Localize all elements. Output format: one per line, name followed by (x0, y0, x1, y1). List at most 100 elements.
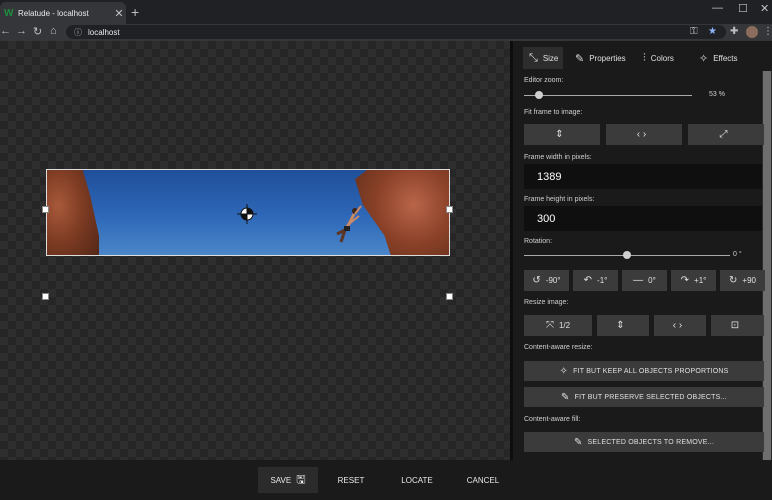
minimize-icon[interactable]: — (712, 2, 723, 14)
settings-panel: ⤡ Size ✎ Properties ⫶ Colors ✧ Effects E… (510, 41, 772, 460)
rotation-slider-thumb[interactable] (623, 251, 631, 259)
home-icon[interactable]: ⌂ (50, 25, 57, 37)
content-aware-resize-label: Content-aware resize: (524, 344, 593, 351)
fit-both-button[interactable]: ⤢ (688, 124, 764, 145)
resize-half-button[interactable]: ⤧ 1/2 (524, 315, 592, 336)
fit-height-button[interactable]: ⇕ (524, 124, 600, 145)
fit-keep-proportions-button[interactable]: ✧ FIT BUT KEEP ALL OBJECTS PROPORTIONS (524, 361, 764, 381)
rotate-plus-90-button[interactable]: ↻ +90 (720, 270, 765, 291)
resize-fit-button[interactable]: ⊡ (711, 315, 764, 336)
dash-icon: — (633, 275, 644, 286)
rotate-minus-90-button[interactable]: ↺ -90° (524, 270, 569, 291)
window-close-icon[interactable]: ✕ (760, 2, 769, 15)
tab-colors[interactable]: ⫶ Colors (637, 47, 689, 69)
bottom-toolbar: SAVE 🖫 RESET LOCATE CANCEL (0, 460, 772, 500)
tab-title: Relatude - localhost (18, 8, 89, 18)
new-tab-icon[interactable]: + (131, 4, 139, 20)
floppy-disk-icon: 🖫 (296, 473, 306, 486)
tab-size-label: Size (542, 53, 559, 63)
tab-properties[interactable]: ✎ Properties (569, 47, 633, 69)
resize-height-button[interactable]: ⇕ (597, 315, 649, 336)
extensions-icon[interactable]: ✚ (730, 26, 738, 37)
rotate-left-icon: ↺ (532, 275, 541, 286)
resize-width-button[interactable]: ‹ › (654, 315, 706, 336)
rotate-zero-label: 0° (648, 276, 656, 285)
editor-zoom-value: 53 % (709, 91, 725, 98)
remove-selected-objects-button[interactable]: ✎ SELECTED OBJECTS TO REMOVE... (524, 432, 764, 452)
resize-handle-top-right[interactable] (446, 206, 453, 213)
rotation-label: Rotation: (524, 238, 553, 245)
content-aware-fill-label: Content-aware fill: (524, 416, 581, 423)
resize-half-label: 1/2 (558, 321, 571, 330)
fit-preserve-selected-button[interactable]: ✎ FIT BUT PRESERVE SELECTED OBJECTS... (524, 387, 764, 407)
rotate-minus-90-label: -90° (545, 276, 561, 285)
profile-avatar[interactable] (746, 26, 758, 38)
tab-effects-label: Effects (713, 53, 738, 63)
resize-handle-bottom-right[interactable] (446, 293, 453, 300)
redo-arrow-icon: ↷ (680, 275, 690, 286)
fit-keep-proportions-label: FIT BUT KEEP ALL OBJECTS PROPORTIONS (573, 367, 729, 375)
vertical-arrows-icon: ⇕ (616, 320, 625, 331)
reload-icon[interactable]: ↻ (33, 25, 42, 38)
magic-wand-icon: ✧ (699, 52, 709, 65)
tab-effects[interactable]: ✧ Effects (693, 47, 749, 69)
sliders-icon: ⫶ (643, 51, 646, 64)
rock-right-image (355, 170, 449, 255)
fit-width-button[interactable]: ‹ › (606, 124, 682, 145)
browser-tab-strip: W Relatude - localhost ✕ + — ☐ ✕ (0, 0, 772, 24)
maximize-icon[interactable]: ☐ (738, 2, 748, 15)
pencil-icon: ✎ (573, 436, 583, 448)
tab-close-icon[interactable]: ✕ (112, 7, 126, 20)
more-icon[interactable]: ⋮ (763, 26, 772, 37)
address-input[interactable]: ⓘ localhost (66, 25, 726, 39)
site-info-icon[interactable]: ⓘ (74, 27, 82, 38)
tab-properties-label: Properties (589, 53, 626, 63)
frame-width-input[interactable]: 1389 (524, 164, 762, 189)
focal-point-crosshair-icon[interactable] (237, 204, 257, 224)
shrink-icon: ⤧ (545, 320, 554, 331)
address-bar-row: ← → ↻ ⌂ ⓘ localhost ⚿ ★ ✚ ⋮ (0, 24, 772, 41)
tab-size[interactable]: ⤡ Size (523, 47, 563, 69)
rotate-right-icon: ↻ (729, 275, 738, 286)
app-favicon-icon: W (4, 7, 14, 19)
save-button[interactable]: SAVE 🖫 (258, 467, 318, 493)
climber-image (336, 205, 362, 243)
key-icon[interactable]: ⚿ (690, 26, 698, 37)
magic-wand-icon: ✧ (559, 365, 569, 377)
horizontal-arrows-icon: ‹ › (636, 129, 647, 140)
star-icon[interactable]: ★ (708, 26, 717, 37)
resize-handle-bottom-left[interactable] (42, 293, 49, 300)
resize-image-label: Resize image: (524, 299, 569, 306)
frame-height-input[interactable]: 300 (524, 206, 762, 231)
locate-button[interactable]: LOCATE (394, 467, 440, 493)
forward-icon[interactable]: → (16, 25, 27, 37)
rock-left-image (47, 170, 99, 255)
fit-preserve-selected-label: FIT BUT PRESERVE SELECTED OBJECTS... (574, 393, 727, 401)
frame-width-label: Frame width in pixels: (524, 154, 592, 161)
address-text: localhost (88, 27, 120, 37)
vertical-arrows-icon: ⇕ (555, 129, 564, 140)
resize-handle-top-left[interactable] (42, 206, 49, 213)
rotate-plus-1-button[interactable]: ↷ +1° (671, 270, 716, 291)
scrollbar-thumb[interactable] (763, 71, 771, 460)
remove-selected-objects-label: SELECTED OBJECTS TO REMOVE... (587, 438, 715, 446)
size-icon: ⤡ (529, 51, 538, 64)
editor-zoom-label: Editor zoom: (524, 77, 564, 84)
browser-tab[interactable]: W Relatude - localhost ✕ (0, 2, 126, 24)
pencil-icon: ✎ (561, 391, 570, 403)
undo-arrow-icon: ↶ (583, 275, 593, 286)
rotate-minus-1-button[interactable]: ↶ -1° (573, 270, 618, 291)
tab-colors-label: Colors (650, 53, 674, 63)
frame-height-label: Frame height in pixels: (524, 196, 595, 203)
cancel-button[interactable]: CANCEL (460, 467, 506, 493)
rotate-zero-button[interactable]: — 0° (622, 270, 667, 291)
expand-icon: ⤢ (719, 129, 728, 140)
editor-zoom-slider[interactable] (524, 95, 692, 96)
fit-frame-label: Fit frame to image: (524, 109, 583, 116)
reset-button[interactable]: RESET (330, 467, 372, 493)
rotate-plus-1-label: +1° (694, 276, 707, 285)
save-label: SAVE (270, 475, 292, 485)
back-icon[interactable]: ← (0, 25, 11, 37)
rotate-plus-90-label: +90 (742, 276, 756, 285)
editor-zoom-slider-thumb[interactable] (535, 91, 544, 99)
